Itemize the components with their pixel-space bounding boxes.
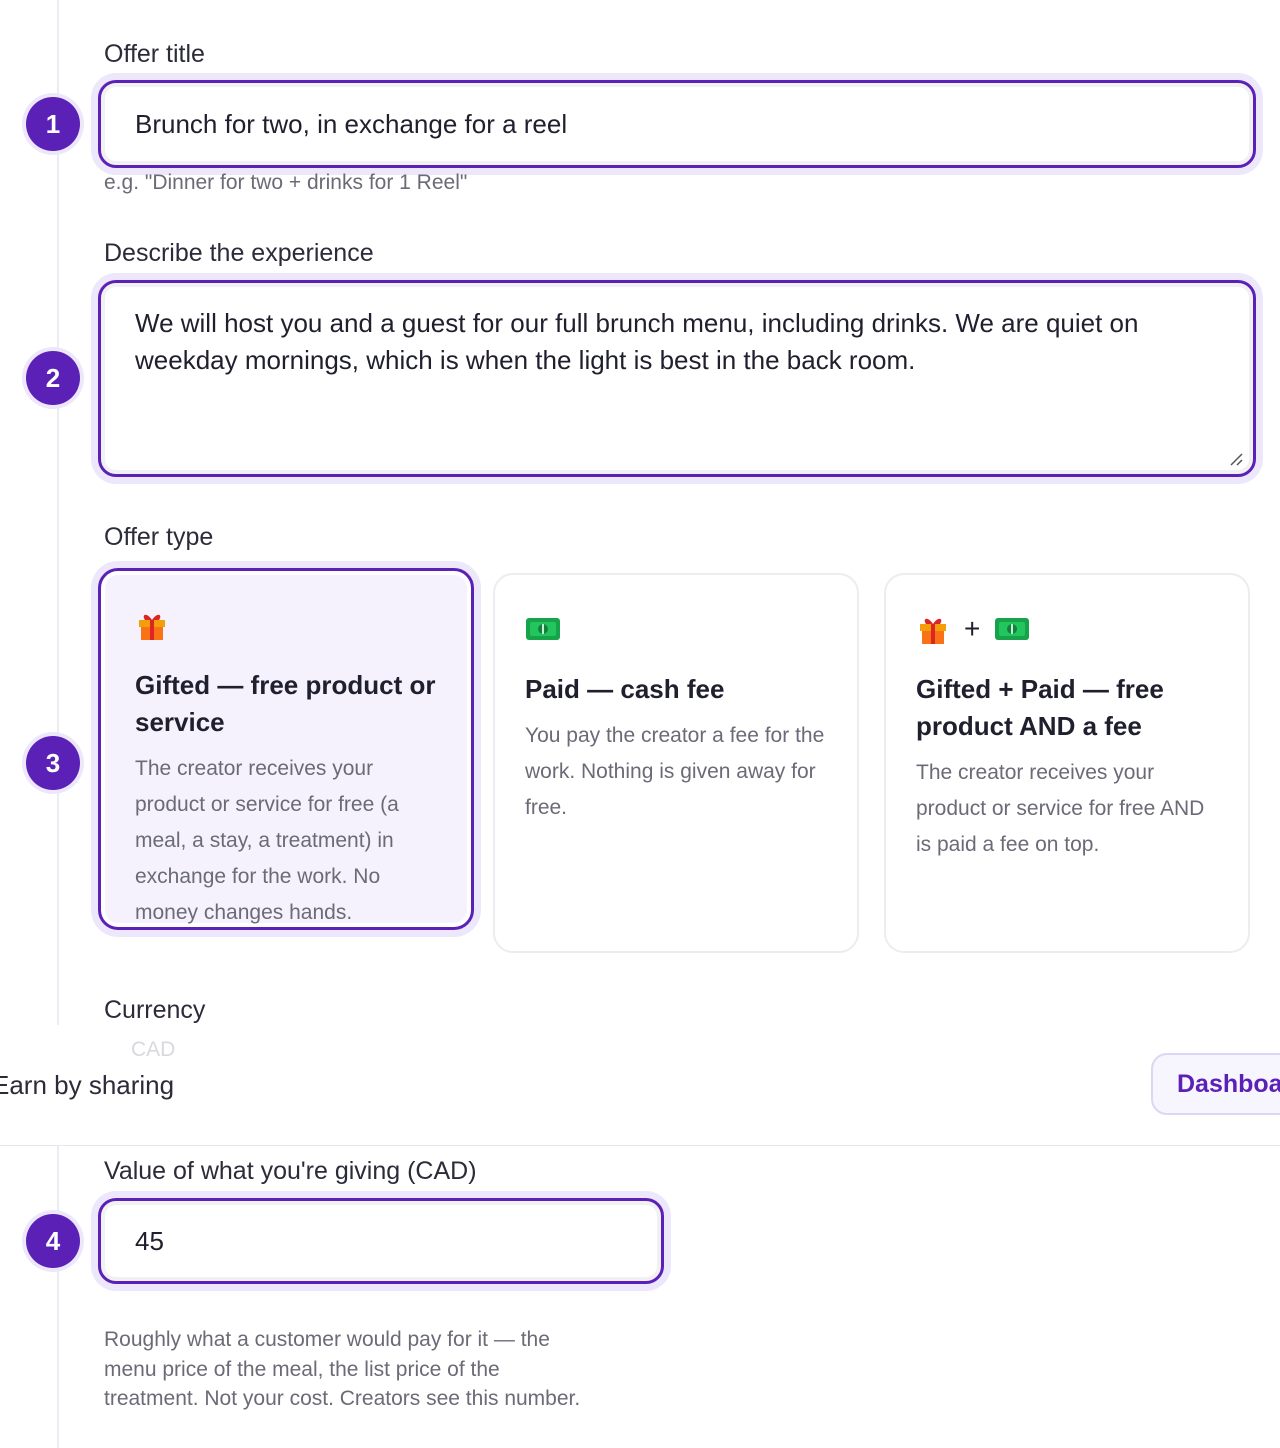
offer-type-card-gifted[interactable]: Gifted — free product or service The cre… <box>98 568 474 930</box>
offer-title-hint: e.g. "Dinner for two + drinks for 1 Reel… <box>104 171 468 194</box>
card-title: Gifted + Paid — free product AND a fee <box>916 674 1164 741</box>
resize-handle-icon[interactable] <box>1227 450 1243 466</box>
offer-title-input[interactable]: Brunch for two, in exchange for a reel <box>98 80 1256 168</box>
cash-icon <box>526 618 560 640</box>
offer-type-label: Offer type <box>104 523 214 551</box>
offer-type-card-paid[interactable]: Paid — cash fee You pay the creator a fe… <box>493 573 859 953</box>
progress-rail-top <box>57 0 59 1025</box>
value-hint-line: menu price of the meal, the list price o… <box>104 1357 500 1381</box>
value-hint: Roughly what a customer would pay for it… <box>104 1325 580 1414</box>
card-description: The creator receives your product or ser… <box>135 757 399 924</box>
brand-name: Earn by sharing <box>0 1070 175 1100</box>
step-badge-1: 1 <box>26 97 80 151</box>
gift-icon <box>139 614 165 640</box>
value-hint-line: treatment. Not your cost. Creators see t… <box>104 1387 581 1410</box>
description-text: We will host you and a guest for our ful… <box>135 308 1139 375</box>
currency-label: Currency <box>104 996 206 1024</box>
value-hint-line: Roughly what a customer would pay for it… <box>104 1328 550 1351</box>
card-description: The creator receives your product or ser… <box>916 761 1205 856</box>
step-badge-4: 4 <box>26 1214 80 1268</box>
description-textarea[interactable]: We will host you and a guest for our ful… <box>98 280 1256 477</box>
sticky-header: Earn by sharing <box>0 1025 1280 1146</box>
plus-sign: + <box>964 613 981 644</box>
step-badge-3: 3 <box>26 736 80 790</box>
step-badge-2: 2 <box>26 351 80 405</box>
offer-title-label: Offer title <box>104 40 205 68</box>
card-title: Gifted — free product or service <box>135 670 436 737</box>
progress-rail-bottom <box>57 1145 59 1448</box>
card-icons: + <box>916 609 1218 649</box>
card-icons <box>525 609 827 649</box>
value-label: Value of what you're giving (CAD) <box>104 1157 477 1185</box>
cash-icon <box>995 618 1030 640</box>
card-description: You pay the creator a fee for the work. … <box>525 724 825 819</box>
description-label: Describe the experience <box>104 239 374 267</box>
currency-value-obscured: CAD <box>131 1038 176 1061</box>
card-icons <box>135 605 441 645</box>
dashboard-button[interactable]: Dashboard <box>1151 1053 1280 1115</box>
gift-icon <box>920 618 946 644</box>
offer-type-card-gifted-paid[interactable]: + Gifted + Paid — free product AND a fee… <box>884 573 1250 953</box>
value-input[interactable]: 45 <box>98 1198 664 1284</box>
card-title: Paid — cash fee <box>525 674 725 704</box>
